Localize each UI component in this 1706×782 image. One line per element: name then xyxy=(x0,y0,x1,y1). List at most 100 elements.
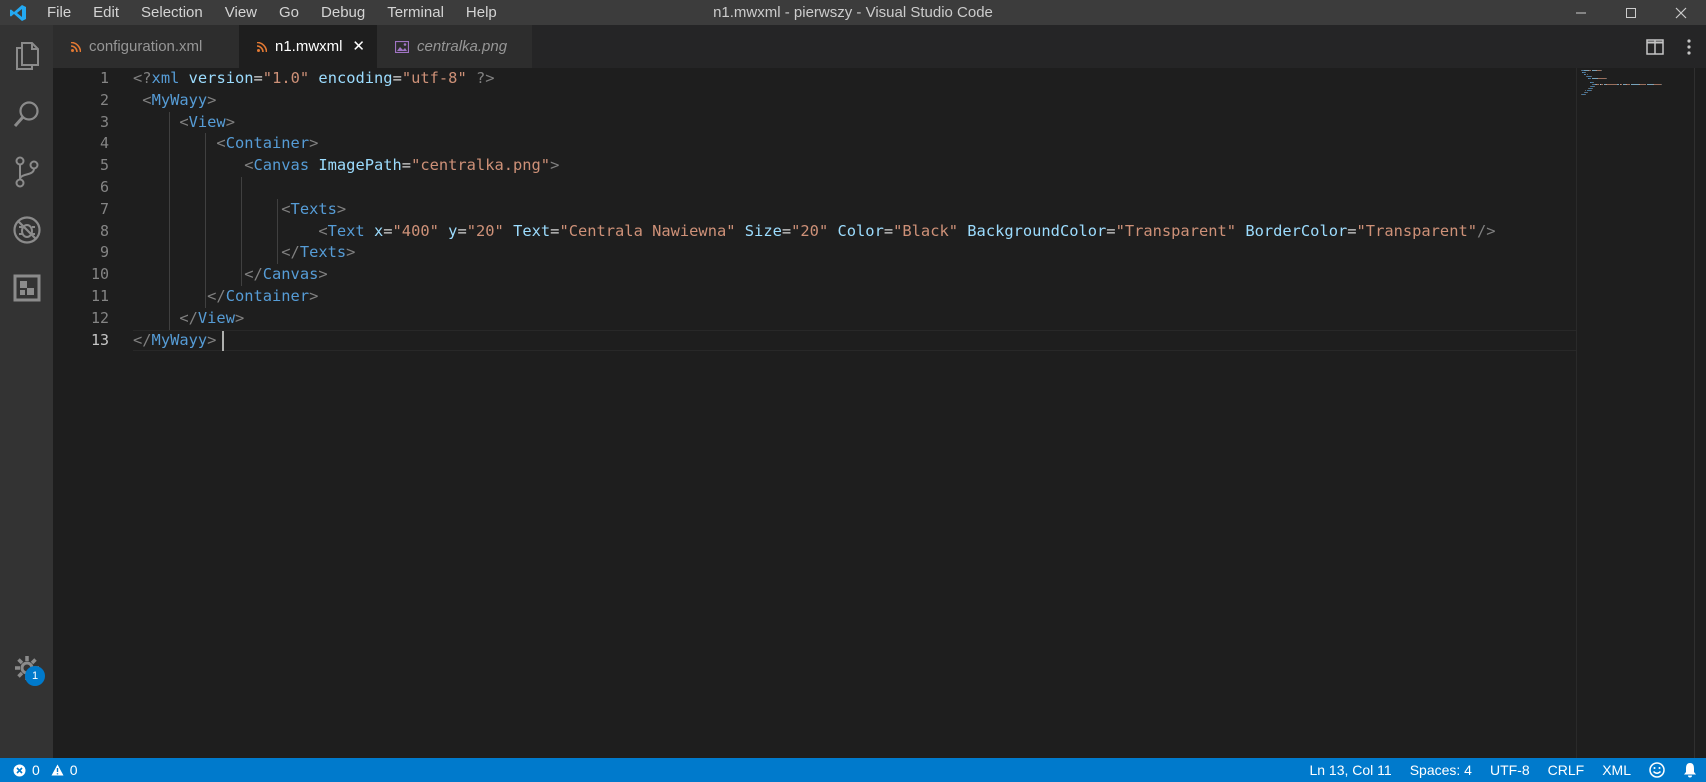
menu-file[interactable]: File xyxy=(36,0,82,25)
tab-close-icon[interactable]: ✕ xyxy=(352,37,365,55)
code-token: = xyxy=(1347,221,1357,240)
settings-badge: 1 xyxy=(25,666,45,686)
code-line: </Container> xyxy=(133,286,318,308)
code-token: ?> xyxy=(476,69,495,87)
code-token: = xyxy=(392,69,402,87)
search-icon[interactable] xyxy=(0,85,53,143)
line-number: 7 xyxy=(99,199,109,218)
code-token: "centralka.png" xyxy=(411,156,551,175)
code-token: </ xyxy=(244,265,263,284)
minimap-token xyxy=(1591,76,1593,77)
explorer-icon[interactable] xyxy=(0,27,53,85)
code-token: Text xyxy=(513,221,551,240)
code-token: = xyxy=(401,156,412,175)
current-line-highlight xyxy=(133,329,1627,352)
code-line: <MyWayy> xyxy=(133,90,216,112)
file-encoding[interactable]: UTF-8 xyxy=(1481,758,1539,782)
minimize-icon[interactable] xyxy=(1556,0,1606,25)
code-token: x xyxy=(373,221,384,240)
tab-label: n1.mwxml xyxy=(275,38,343,55)
feedback-smiley-icon[interactable] xyxy=(1640,762,1674,778)
warning-count: 0 xyxy=(69,762,78,778)
code-token: BackgroundColor xyxy=(967,221,1107,240)
code-line: <?xml version="1.0" encoding="utf-8" ?> xyxy=(133,68,495,90)
language-mode[interactable]: XML xyxy=(1593,758,1640,782)
indent-guide xyxy=(169,111,170,330)
code-token: version xyxy=(188,69,254,87)
image-file-icon xyxy=(395,40,409,53)
maximize-icon[interactable] xyxy=(1606,0,1656,25)
extensions-icon[interactable] xyxy=(0,259,53,317)
code-token: ImagePath xyxy=(318,156,402,175)
settings-gear-icon[interactable] xyxy=(0,639,53,697)
menu-view[interactable]: View xyxy=(214,0,268,25)
code-token: encoding xyxy=(318,69,393,87)
cursor-position[interactable]: Ln 13, Col 11 xyxy=(1300,758,1400,782)
split-editor-icon[interactable] xyxy=(1638,25,1672,68)
minimap-token xyxy=(1585,94,1587,95)
activity-bar: 1 xyxy=(0,25,53,758)
line-number: 2 xyxy=(99,90,109,109)
code-token: = xyxy=(383,221,393,240)
rss-file-icon xyxy=(71,41,81,52)
line-number: 9 xyxy=(99,243,109,262)
code-token: </ xyxy=(281,243,300,262)
debug-icon[interactable] xyxy=(0,201,53,259)
menu-edit[interactable]: Edit xyxy=(82,0,130,25)
problems-indicator[interactable]: 0 0 xyxy=(10,758,81,782)
close-icon[interactable] xyxy=(1656,0,1706,25)
notifications-bell-icon[interactable] xyxy=(1674,762,1706,778)
menu-debug[interactable]: Debug xyxy=(310,0,376,25)
code-line: <Canvas ImagePath="centralka.png"> xyxy=(133,155,559,177)
rss-file-icon xyxy=(257,41,267,52)
indentation[interactable]: Spaces: 4 xyxy=(1401,758,1481,782)
error-count: 0 xyxy=(32,762,40,778)
warning-icon xyxy=(48,764,67,776)
code-editor[interactable]: 1 2 3 4 5 6 7 8 9 10 11 12 13 <?xml version="1.0" en… xyxy=(53,68,1706,758)
minimap-token xyxy=(1597,78,1606,79)
code-line: <Container> xyxy=(133,133,318,155)
minimap-token xyxy=(1660,84,1662,85)
code-token: Size xyxy=(744,221,782,240)
code-token: > xyxy=(234,308,245,327)
menu-go[interactable]: Go xyxy=(268,0,310,25)
line-number: 12 xyxy=(90,308,109,327)
code-line: <Texts> xyxy=(133,199,346,221)
indent-guide xyxy=(277,198,278,265)
code-token: BorderColor xyxy=(1245,221,1348,240)
code-token: "Centrala Nawiewna" xyxy=(559,221,736,240)
tab-n1-mwxml[interactable]: n1.mwxml ✕ xyxy=(239,25,377,68)
code-token: > xyxy=(318,265,328,284)
line-number: 3 xyxy=(99,112,109,131)
editor-tab-bar: configuration.xml n1.mwxml ✕ centralka.p… xyxy=(53,25,1706,68)
tab-label: configuration.xml xyxy=(89,38,203,55)
end-of-line[interactable]: CRLF xyxy=(1539,758,1594,782)
menu-help[interactable]: Help xyxy=(455,0,508,25)
code-line: </View> xyxy=(133,308,244,330)
minimap-token xyxy=(1591,90,1593,91)
minimap-token xyxy=(1592,88,1593,89)
menu-terminal[interactable]: Terminal xyxy=(376,0,455,25)
vscode-logo-icon[interactable] xyxy=(0,0,36,25)
tab-configuration-xml[interactable]: configuration.xml xyxy=(53,25,239,68)
menu-bar: File Edit Selection View Go Debug Termin… xyxy=(36,0,508,25)
code-token: </ xyxy=(179,308,198,327)
minimap[interactable] xyxy=(1576,68,1695,758)
code-token: > xyxy=(309,287,319,305)
tab-centralka-png[interactable]: centralka.png xyxy=(377,25,532,68)
code-area[interactable]: <?xml version="1.0" encoding="utf-8" ?> … xyxy=(133,68,1627,758)
minimap-token xyxy=(1587,92,1589,93)
line-number: 13 xyxy=(90,330,109,349)
more-actions-icon[interactable] xyxy=(1672,25,1706,68)
code-token: > xyxy=(346,243,356,262)
menu-selection[interactable]: Selection xyxy=(130,0,214,25)
vertical-scrollbar[interactable] xyxy=(1694,68,1706,758)
source-control-icon[interactable] xyxy=(0,143,53,201)
code-token: View xyxy=(197,308,235,327)
